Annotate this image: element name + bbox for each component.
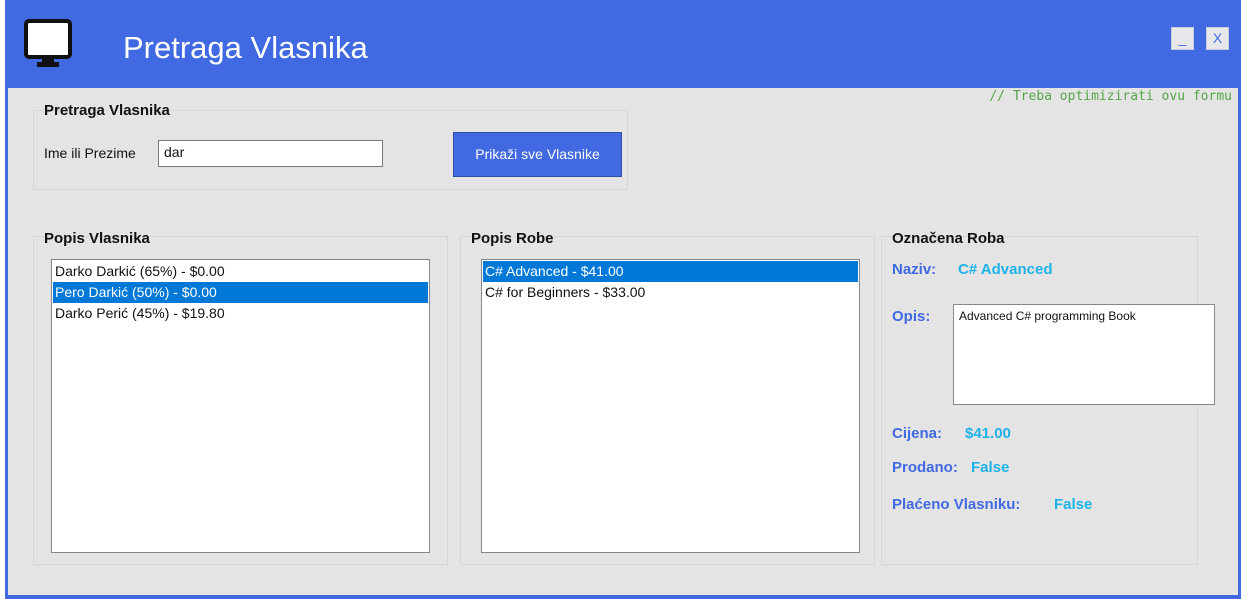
minimize-button[interactable]: _ [1171, 27, 1194, 50]
description-label: Opis: [892, 308, 931, 325]
goods-list-item-selected[interactable]: C# Advanced - $41.00 [483, 261, 858, 282]
close-button[interactable]: X [1206, 27, 1229, 50]
name-search-label: Ime ili Prezime [44, 145, 136, 161]
goods-list-item[interactable]: C# for Beginners - $33.00 [483, 282, 858, 303]
paid-to-owner-label: Plaćeno Vlasniku: [892, 496, 1021, 513]
goods-list-title: Popis Robe [471, 230, 554, 247]
main-window: Pretraga Vlasnika _ X // Treba optimizir… [5, 0, 1241, 599]
show-all-owners-button[interactable]: Prikaži sve Vlasnike [453, 132, 622, 177]
paid-to-owner-value: False [1054, 496, 1093, 513]
price-value: $41.00 [965, 425, 1011, 442]
name-label: Naziv: [892, 261, 937, 278]
name-search-input[interactable]: dar [158, 140, 383, 167]
sold-value: False [971, 459, 1010, 476]
title-bar: Pretraga Vlasnika _ X [5, 0, 1241, 88]
sold-label: Prodano: [892, 459, 958, 476]
code-comment: // Treba optimizirati ovu formu [989, 89, 1232, 104]
owner-list-item[interactable]: Darko Darkić (65%) - $0.00 [53, 261, 428, 282]
monitor-icon [23, 18, 75, 70]
selected-goods-title: Označena Roba [892, 230, 1005, 247]
owner-list-item-selected[interactable]: Pero Darkić (50%) - $0.00 [53, 282, 428, 303]
owners-listbox[interactable]: Darko Darkić (65%) - $0.00 Pero Darkić (… [51, 259, 430, 553]
owners-list-title: Popis Vlasnika [44, 230, 150, 247]
price-label: Cijena: [892, 425, 943, 442]
search-group-title: Pretraga Vlasnika [44, 102, 170, 119]
owner-list-item[interactable]: Darko Perić (45%) - $19.80 [53, 303, 428, 324]
name-value: C# Advanced [958, 261, 1053, 278]
window-title: Pretraga Vlasnika [123, 30, 368, 65]
goods-listbox[interactable]: C# Advanced - $41.00 C# for Beginners - … [481, 259, 860, 553]
form-client-area: // Treba optimizirati ovu formu Pretraga… [8, 88, 1238, 595]
description-box[interactable]: Advanced C# programming Book [953, 304, 1215, 405]
